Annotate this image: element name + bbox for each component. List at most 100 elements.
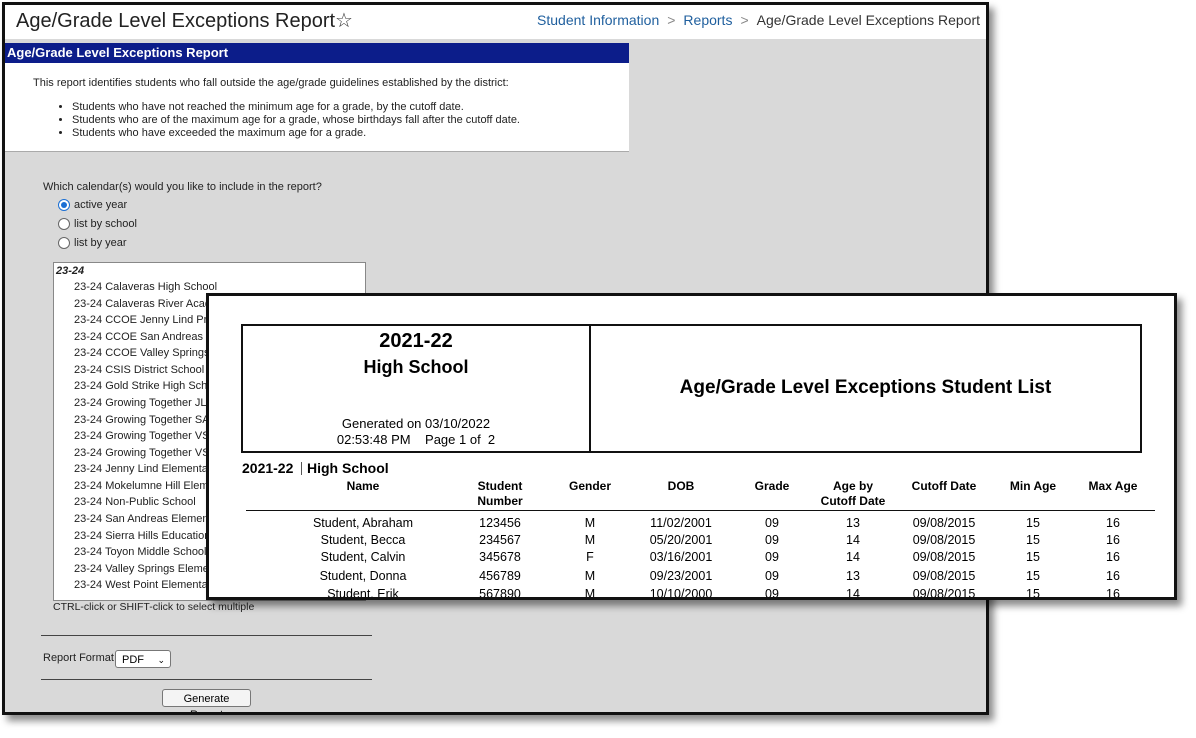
calendar-item[interactable]: 23-24 West Point Elementary — [74, 579, 217, 591]
description-text: This report identifies students who fall… — [33, 77, 509, 89]
cell-min: 15 — [1026, 550, 1040, 564]
cell-min: 15 — [1026, 569, 1040, 583]
column-header-cutoff-date: Cutoff Date — [911, 479, 977, 493]
radio-icon[interactable] — [58, 237, 70, 249]
pdf-preview-window: 2021-22 High School Generated on 03/10/2… — [206, 293, 1177, 600]
cell-grade: 09 — [765, 533, 779, 547]
radio-list-by-year[interactable]: list by year — [58, 235, 127, 251]
column-header-age-by-cutoff: Age by Cutoff Date — [820, 479, 886, 508]
multi-select-hint: CTRL-click or SHIFT-click to select mult… — [53, 601, 255, 613]
cell-gender: M — [584, 533, 596, 547]
cell-cutoff: 09/08/2015 — [912, 569, 976, 583]
description-panel: This report identifies students who fall… — [5, 63, 629, 152]
calendar-item[interactable]: 23-24 CSIS District School — [74, 364, 204, 376]
generate-report-button[interactable]: Generate Report — [162, 689, 251, 712]
cell-age: 13 — [846, 516, 860, 530]
cell-number: 234567 — [479, 533, 521, 547]
cell-number: 456789 — [479, 569, 521, 583]
calendar-item[interactable]: 23-24 CCOE Jenny Lind Pre- — [74, 314, 217, 326]
radio-label: list by year — [74, 237, 127, 249]
calendar-item[interactable]: 23-24 Calaveras River Acad — [74, 298, 211, 310]
page-title: Age/Grade Level Exceptions Report — [16, 10, 336, 32]
star-icon[interactable]: ☆ — [335, 8, 353, 33]
column-header-grade: Grade — [754, 479, 790, 493]
pdf-school: High School — [363, 357, 469, 377]
calendar-item[interactable]: 23-24 Toyon Middle School — [74, 546, 207, 558]
column-header-min-age: Min Age — [1009, 479, 1057, 493]
pdf-time-page: 02:53:48 PM Page 1 of 2 — [336, 432, 496, 447]
pdf-subheader-school: High School — [307, 460, 389, 476]
pdf-year: 2021-22 — [379, 330, 453, 352]
cell-grade: 09 — [765, 516, 779, 530]
cell-cutoff: 09/08/2015 — [912, 550, 976, 564]
divider — [41, 635, 372, 636]
cell-dob: 10/10/2000 — [649, 587, 713, 600]
calendar-item[interactable]: 23-24 Valley Springs Elemen — [74, 563, 215, 575]
cell-cutoff: 09/08/2015 — [912, 533, 976, 547]
report-format-select[interactable]: PDF ⌄ — [115, 650, 171, 668]
calendar-item[interactable]: 23-24 Growing Together VS — [74, 430, 210, 442]
calendar-item[interactable]: 23-24 Calaveras High School — [74, 281, 217, 293]
calendar-item[interactable]: 23-24 Mokelumne Hill Elemen — [74, 480, 221, 492]
calendar-item[interactable]: 23-24 CCOE Valley Springs — [74, 347, 210, 359]
calendar-item[interactable]: 23-24 Growing Together JL- — [74, 397, 210, 409]
column-header-max-age: Max Age — [1088, 479, 1138, 493]
description-bullets: Students who have not reached the minimu… — [58, 101, 520, 140]
radio-label: active year — [74, 199, 128, 211]
radio-list-by-school[interactable]: list by school — [58, 216, 137, 232]
cell-dob: 11/02/2001 — [650, 516, 712, 530]
cell-gender: M — [584, 569, 596, 583]
chevron-right-icon: > — [667, 12, 676, 28]
cell-max: 16 — [1106, 587, 1120, 600]
cell-name: Student, Abraham — [312, 516, 414, 530]
calendar-question: Which calendar(s) would you like to incl… — [43, 181, 322, 193]
cell-min: 15 — [1026, 533, 1040, 547]
pdf-report-title: Age/Grade Level Exceptions Student List — [679, 377, 1052, 398]
pdf-subheader-year: 2021-22 — [242, 460, 294, 476]
cell-min: 15 — [1026, 587, 1040, 600]
cell-age: 13 — [846, 569, 860, 583]
column-header-student-number: Student Number — [477, 479, 523, 508]
radio-icon[interactable] — [58, 218, 70, 230]
cell-gender: M — [584, 516, 596, 530]
report-format-label: Report Format — [43, 652, 114, 664]
cell-name: Student, Erik — [327, 587, 399, 600]
calendar-item[interactable]: 23-24 San Andreas Element — [74, 513, 212, 525]
calendar-item[interactable]: 23-24 Growing Together SA — [74, 414, 210, 426]
cell-max: 16 — [1106, 550, 1120, 564]
bullet-item: Students who are of the maximum age for … — [72, 114, 520, 127]
radio-checked-icon[interactable] — [58, 199, 70, 211]
divider — [41, 679, 372, 680]
cell-grade: 09 — [765, 587, 779, 600]
report-format-value: PDF — [122, 654, 144, 666]
cell-dob: 05/20/2001 — [649, 533, 713, 547]
cell-max: 16 — [1106, 569, 1120, 583]
calendar-item[interactable]: 23-24 Non-Public School — [74, 496, 196, 508]
calendar-item[interactable]: 23-24 Jenny Lind Elementary — [74, 463, 217, 475]
cell-grade: 09 — [765, 550, 779, 564]
radio-label: list by school — [74, 218, 137, 230]
calendar-item[interactable]: 23-24 Growing Together VS — [74, 447, 210, 459]
calendar-item[interactable]: 23-24 CCOE San Andreas P — [74, 331, 213, 343]
column-header-gender: Gender — [568, 479, 611, 493]
chevron-down-icon: ⌄ — [157, 655, 165, 665]
breadcrumb-reports[interactable]: Reports — [683, 12, 732, 28]
bullet-item: Students who have exceeded the maximum a… — [72, 127, 520, 140]
column-header-dob: DOB — [667, 479, 695, 493]
cell-age: 14 — [846, 550, 860, 564]
cell-grade: 09 — [765, 569, 779, 583]
cell-cutoff: 09/08/2015 — [912, 587, 976, 600]
cell-max: 16 — [1106, 516, 1120, 530]
calendar-item[interactable]: 23-24 Gold Strike High Scho — [74, 380, 213, 392]
cell-number: 567890 — [479, 587, 521, 600]
pdf-header-left: 2021-22 High School Generated on 03/10/2… — [241, 324, 591, 453]
pdf-generated-date: Generated on 03/10/2022 — [341, 416, 491, 431]
cell-dob: 09/23/2001 — [649, 569, 713, 583]
calendar-item[interactable]: 23-24 Sierra Hills Education — [74, 530, 210, 542]
calendar-group-label: 23-24 — [56, 265, 85, 277]
cell-number: 345678 — [479, 550, 521, 564]
breadcrumb: Student Information > Reports > Age/Grade Le… — [537, 12, 980, 28]
breadcrumb-current: Age/Grade Level Exceptions Report — [756, 12, 980, 28]
breadcrumb-student-information[interactable]: Student Information — [537, 12, 659, 28]
radio-active-year[interactable]: active year — [58, 197, 127, 213]
